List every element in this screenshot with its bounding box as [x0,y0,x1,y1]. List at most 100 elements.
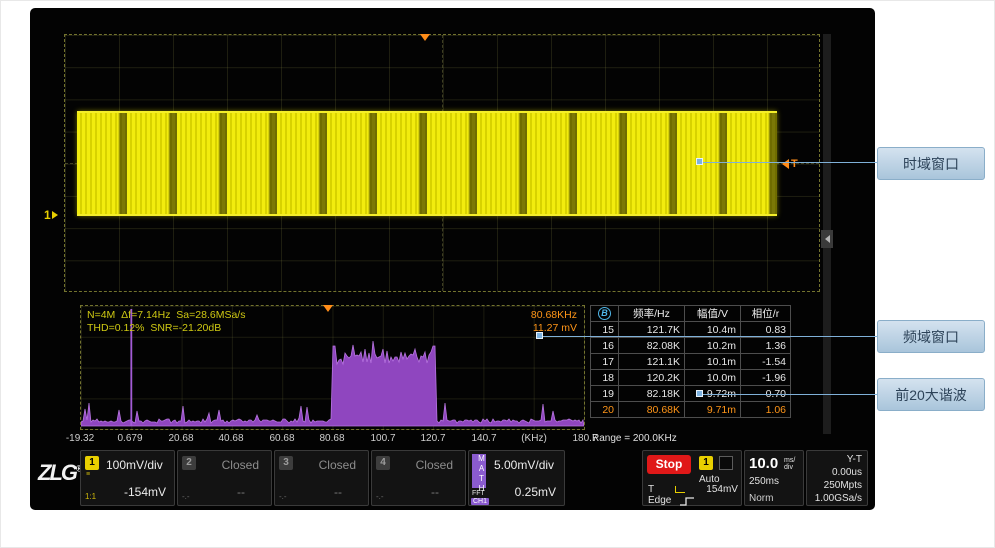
fft-cursor-frequency: 80.68KHz [531,309,577,321]
annotated-oscilloscope-figure: T 1 N=4M Δf=7.14Hz Sa=28.6MSa/s THD=0.12… [0,0,995,548]
callout-time-domain: 时域窗口 [877,147,985,180]
trigger-level-marker[interactable]: T [782,158,798,170]
x-axis-unit: (KHz) [521,433,547,444]
x-tick-label: 100.7 [370,433,395,444]
callout-anchor [696,158,703,165]
fft-marker-icon [323,305,333,312]
ch1-offset: -154mV [124,485,166,499]
harmonic-phase: -1.54 [741,354,791,370]
callout-line [703,162,877,163]
fft-info-line1: N=4M Δf=7.14Hz Sa=28.6MSa/s [87,309,245,321]
timebase-panel[interactable]: 10.0 ms/ div 250ms Norm [744,450,804,506]
timebase-scale: 10.0 [749,455,778,472]
ch3-state: Closed [319,458,356,472]
ch4-state: Closed [416,458,453,472]
x-tick-label: 80.68 [319,433,344,444]
math-offset: 0.25mV [515,485,556,499]
scrollbar-handle[interactable] [821,230,833,248]
harmonic-freq: 80.68K [619,402,685,418]
trigger-level-glyph-icon [675,486,685,493]
horizontal-panel[interactable]: Y-T 0.00us 250Mpts 1.00GSa/s [806,450,868,506]
ch1-ground-marker[interactable]: 1 [44,208,58,222]
trigger-position-marker-icon[interactable] [420,34,430,41]
fft-info-line2: THD=0.12% SNR=-21.20dB [87,322,221,334]
ch3-probe-ratio: -.- [279,492,287,501]
trigger-level-row: T 154mV [648,484,738,495]
ch1-coupling-icon: ≡ [86,471,90,478]
math-panel[interactable]: MATH FFT CH1 5.00mV/div 0.25mV [468,450,565,506]
trigger-force-icon[interactable] [719,456,733,470]
callout-top20-harmonics: 前20大谐波 [877,378,985,411]
callout-frequency-domain: 频域窗口 [877,320,985,353]
ch1-badge: 1 [85,456,99,470]
channel4-panel[interactable]: 4 Closed -.- -- [371,450,466,506]
harmonic-n: 19 [591,386,619,402]
x-tick-label: 20.68 [168,433,193,444]
x-tick-label: 120.7 [420,433,445,444]
col-amplitude: 幅值/V [685,306,741,322]
harmonic-n: 16 [591,338,619,354]
x-tick-label: 0.679 [117,433,142,444]
math-mode: FFT [472,490,485,497]
callout-line [543,336,877,337]
x-tick-label: 40.68 [218,433,243,444]
harmonic-freq: 120.2K [619,370,685,386]
harmonic-row: 17 121.1K 10.1m -1.54 [591,354,791,370]
right-scrollbar[interactable] [823,34,831,434]
channel1-panel[interactable]: 1 ≡ 100mV/div 1:1 -154mV [80,450,175,506]
trigger-level-letter: T [791,158,798,170]
harmonic-row: 18 120.2K 10.0m -1.96 [591,370,791,386]
harmonic-amp: 10.2m [685,338,741,354]
harmonic-phase: 1.06 [741,402,791,418]
harmonic-n: 17 [591,354,619,370]
ch1-waveform [77,111,777,216]
trigger-panel[interactable]: Stop 1 Auto T 154mV Edge [642,450,742,506]
ch2-offset: -- [237,485,245,499]
harmonics-header-row: B 频率/Hz 幅值/V 相位/r [591,306,791,322]
fft-window: N=4M Δf=7.14Hz Sa=28.6MSa/s THD=0.12% SN… [80,305,585,430]
callout-line [703,394,877,395]
time-domain-window [64,34,820,292]
math-label: MATH [472,454,486,488]
harmonic-amp: 9.71m [685,402,741,418]
ch1-probe-ratio: 1:1 [85,492,96,501]
harmonic-freq: 82.18K [619,386,685,402]
harmonic-freq: 121.1K [619,354,685,370]
ch2-state: Closed [222,458,259,472]
rising-edge-icon [679,496,695,506]
ch1-ground-arrow-icon [52,211,58,219]
harmonic-phase: 1.36 [741,338,791,354]
ch1-volts-per-div: 100mV/div [106,458,163,472]
col-phase: 相位/r [741,306,791,322]
sample-rate: 1.00GSa/s [815,493,862,504]
harmonic-amp: 10.1m [685,354,741,370]
harmonic-row-selected: 20 80.68K 9.71m 1.06 [591,402,791,418]
trigger-type-row: Edge [648,495,738,506]
timebase-unit: ms/ div [784,457,795,471]
trigger-level-value: 154mV [706,484,738,495]
oscilloscope-screen: T 1 N=4M Δf=7.14Hz Sa=28.6MSa/s THD=0.12… [30,8,875,510]
memory-depth: 250Mpts [824,480,862,491]
trigger-type: Edge [648,495,671,506]
harmonic-n: 18 [591,370,619,386]
channel2-panel[interactable]: 2 Closed -.- -- [177,450,272,506]
acquire-mode: Norm [749,493,773,504]
trigger-level-label: T [648,484,654,495]
trigger-level-arrow-icon [782,159,789,169]
x-tick-label: -19.32 [66,433,94,444]
channel3-panel[interactable]: 3 Closed -.- -- [274,450,369,506]
x-tick-label: 60.68 [269,433,294,444]
run-stop-button[interactable]: Stop [647,455,691,474]
harmonic-phase: -1.96 [741,370,791,386]
fft-range-label: Range = 200.0KHz [592,433,677,444]
timebase-window: 250ms [749,476,779,487]
ch3-offset: -- [334,485,342,499]
scrollbar-arrow-icon [825,235,830,243]
fft-spectrum-trace [81,341,584,426]
col-frequency: 频率/Hz [619,306,685,322]
ch4-offset: -- [431,485,439,499]
math-volts-per-div: 5.00mV/div [494,458,554,472]
zlg-logo: ZLG® [38,460,83,486]
callout-label: 频域窗口 [903,327,959,347]
harmonic-amp: 10.0m [685,370,741,386]
